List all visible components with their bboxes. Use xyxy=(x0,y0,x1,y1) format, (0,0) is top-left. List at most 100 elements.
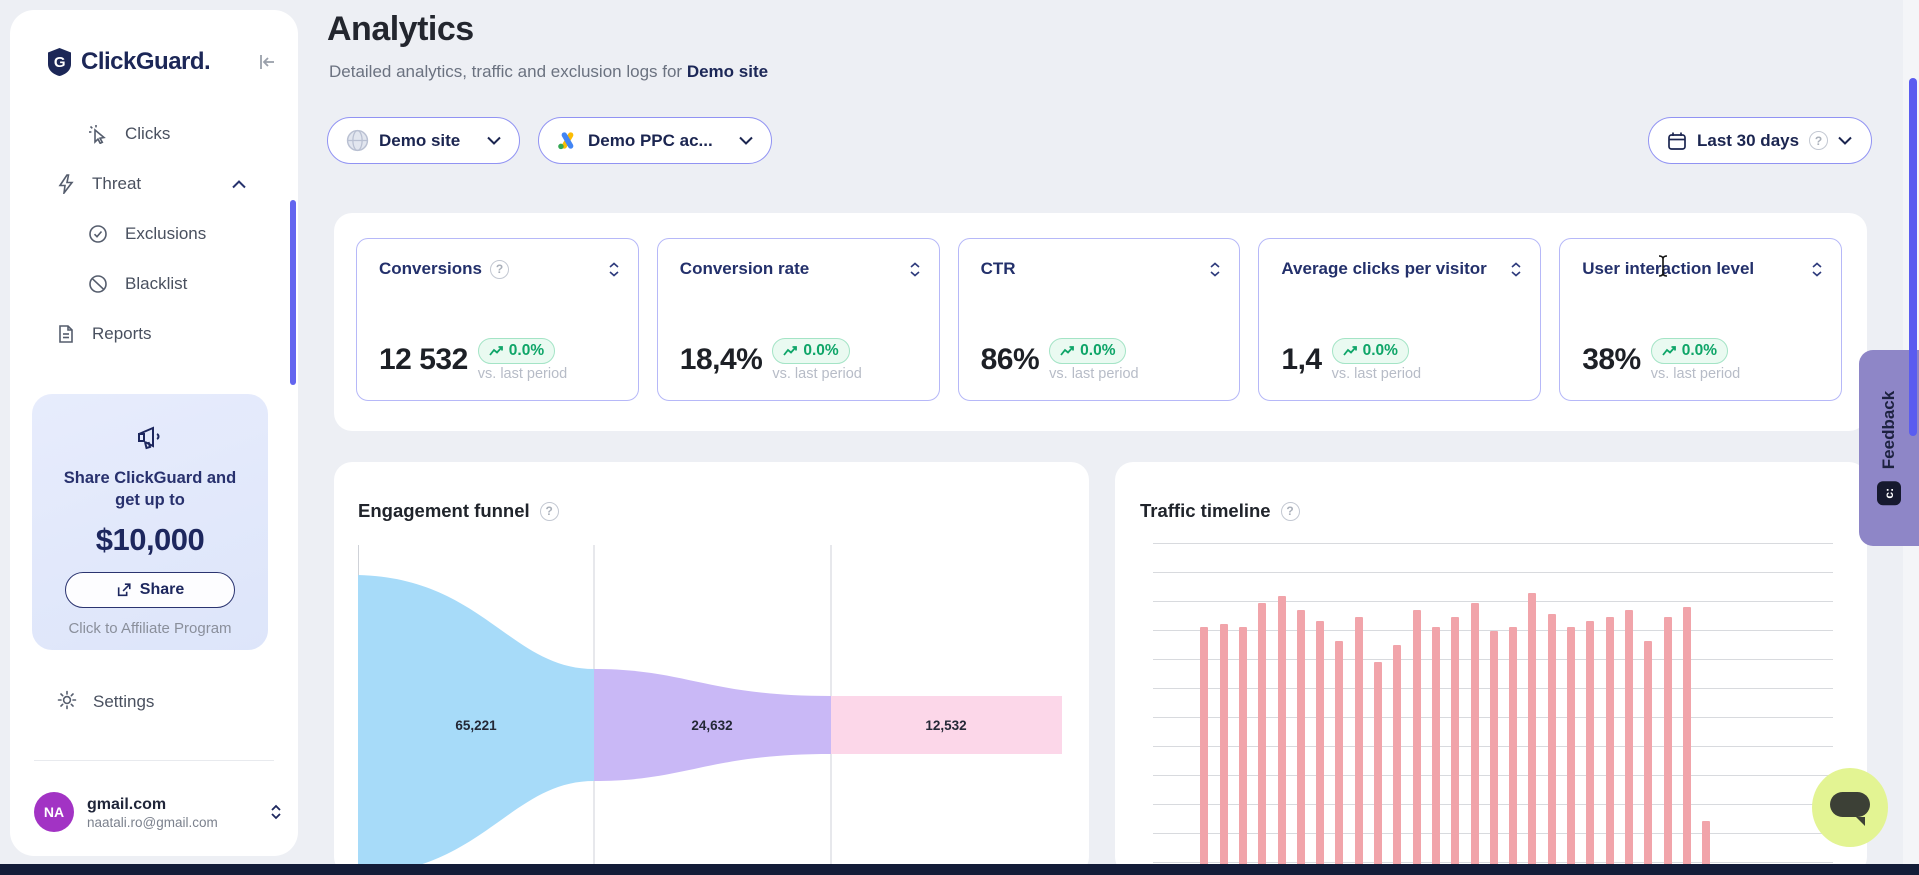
chevron-down-icon xyxy=(739,136,753,145)
sidebar-item-label: Clicks xyxy=(125,124,170,144)
page-scrollbar-thumb[interactable] xyxy=(1909,78,1917,436)
sort-metric-icon[interactable] xyxy=(909,262,921,277)
account-name: gmail.com xyxy=(87,795,218,815)
sidebar-scrollbar-thumb[interactable] xyxy=(290,200,296,385)
traffic-bar xyxy=(1258,603,1266,875)
share-button[interactable]: Share xyxy=(65,572,235,608)
timeline-title: Traffic timeline xyxy=(1140,500,1271,522)
traffic-bar xyxy=(1297,610,1305,875)
stat-value: 12 532 xyxy=(379,343,468,377)
prohibit-icon xyxy=(88,274,108,294)
sidebar-item-settings[interactable]: Settings xyxy=(10,682,298,722)
chevron-up-down-icon xyxy=(270,804,282,820)
traffic-bar xyxy=(1644,641,1652,875)
feedback-tab-inner: c: Feedback xyxy=(1877,391,1901,505)
page-subtitle: Detailed analytics, traffic and exclusio… xyxy=(329,62,768,82)
traffic-bar xyxy=(1586,621,1594,875)
document-icon xyxy=(57,324,75,344)
delta-value: 0.0% xyxy=(1363,342,1398,360)
chat-launcher-button[interactable] xyxy=(1812,768,1888,847)
stat-label: Conversion rate xyxy=(680,259,809,279)
google-ads-icon xyxy=(557,131,578,150)
delta-value: 0.0% xyxy=(1682,342,1717,360)
traffic-bar xyxy=(1548,614,1556,875)
sidebar-item-exclusions[interactable]: Exclusions xyxy=(10,209,298,259)
traffic-bar xyxy=(1683,607,1691,875)
cursor-click-icon xyxy=(88,124,108,144)
ppc-account-selector[interactable]: Demo PPC ac... xyxy=(538,117,772,164)
stat-card-conversion-rate: Conversion rate 18,4% 0.0% vs. last peri… xyxy=(657,238,940,401)
traffic-bar xyxy=(1471,603,1479,875)
date-range-label: Last 30 days xyxy=(1697,131,1799,151)
stat-value: 18,4% xyxy=(680,343,763,377)
subtitle-site-name: Demo site xyxy=(687,62,768,81)
calendar-icon xyxy=(1667,131,1687,151)
account-email: naatali.ro@gmail.com xyxy=(87,815,218,830)
sidebar-item-label: Exclusions xyxy=(125,224,206,244)
affiliate-promo-card[interactable]: Share ClickGuard and get up to $10,000 S… xyxy=(32,394,268,650)
globe-icon xyxy=(346,129,369,152)
funnel-value-3: 12,532 xyxy=(925,718,966,733)
trend-up-icon xyxy=(1343,345,1358,357)
traffic-bar xyxy=(1490,631,1498,875)
svg-text:G: G xyxy=(54,54,65,71)
traffic-timeline-plot xyxy=(1153,537,1833,875)
sidebar-item-label: Reports xyxy=(92,324,152,344)
traffic-bar xyxy=(1664,617,1672,875)
traffic-bar xyxy=(1316,621,1324,875)
settings-label: Settings xyxy=(93,692,154,712)
delta-badge: 0.0% xyxy=(1049,338,1126,364)
account-switcher[interactable]: NA gmail.com naatali.ro@gmail.com xyxy=(34,786,282,838)
stat-card-avg-clicks: Average clicks per visitor 1,4 0.0% vs. … xyxy=(1258,238,1541,401)
sidebar-nav: Clicks Threat Exclusi xyxy=(10,109,298,359)
bottom-bar xyxy=(0,864,1919,875)
stat-value: 38% xyxy=(1582,343,1641,377)
badge-check-icon xyxy=(88,224,108,244)
delta-caption: vs. last period xyxy=(1332,366,1421,382)
chat-bubble-tail xyxy=(1856,817,1865,826)
external-link-icon xyxy=(116,582,132,598)
chevron-up-icon[interactable] xyxy=(232,180,246,189)
promo-amount: $10,000 xyxy=(32,522,268,558)
site-selector[interactable]: Demo site xyxy=(327,117,520,164)
sidebar-item-reports[interactable]: Reports xyxy=(10,309,298,359)
sort-metric-icon[interactable] xyxy=(608,262,620,277)
date-range-selector[interactable]: Last 30 days ? xyxy=(1648,117,1872,164)
sort-metric-icon[interactable] xyxy=(1510,262,1522,277)
account-info: gmail.com naatali.ro@gmail.com xyxy=(87,795,218,830)
page-title: Analytics xyxy=(327,10,474,49)
chevron-down-icon xyxy=(487,136,501,145)
help-icon[interactable]: ? xyxy=(490,260,509,279)
funnel-value-2: 24,632 xyxy=(691,718,732,733)
sidebar-collapse-icon[interactable] xyxy=(256,51,278,73)
feedback-label: Feedback xyxy=(1879,391,1899,469)
delta-badge: 0.0% xyxy=(478,338,555,364)
funnel-value-1: 65,221 xyxy=(455,718,497,733)
site-selector-label: Demo site xyxy=(379,131,460,151)
traffic-bar xyxy=(1393,645,1401,875)
sort-metric-icon[interactable] xyxy=(1811,262,1823,277)
sidebar-item-threat[interactable]: Threat xyxy=(10,159,298,209)
sidebar-item-clicks[interactable]: Clicks xyxy=(10,109,298,159)
help-icon[interactable]: ? xyxy=(540,502,559,521)
help-icon[interactable]: ? xyxy=(1809,131,1828,150)
sidebar-item-blacklist[interactable]: Blacklist xyxy=(10,259,298,309)
chat-bubble-icon xyxy=(1830,792,1870,817)
sort-metric-icon[interactable] xyxy=(1209,262,1221,277)
delta-caption: vs. last period xyxy=(772,366,861,382)
sidebar-item-label: Threat xyxy=(92,174,141,194)
traffic-bar xyxy=(1451,617,1459,875)
app-root: G ClickGuard. Clicks xyxy=(0,0,1919,875)
traffic-bar xyxy=(1220,624,1228,875)
traffic-bar xyxy=(1278,596,1286,875)
help-icon[interactable]: ? xyxy=(1281,502,1300,521)
gear-icon xyxy=(57,690,77,715)
delta-caption: vs. last period xyxy=(1049,366,1138,382)
delta-value: 0.0% xyxy=(803,342,838,360)
traffic-bar xyxy=(1239,627,1247,875)
clickguard-shield-icon: G xyxy=(46,47,73,77)
engagement-funnel-card: Engagement funnel ? 65,221 24,632 12,532 xyxy=(334,462,1089,875)
stat-label: CTR xyxy=(981,259,1016,279)
traffic-timeline-card: Traffic timeline ? xyxy=(1115,462,1867,875)
affiliate-link-text[interactable]: Click to Affiliate Program xyxy=(32,620,268,637)
